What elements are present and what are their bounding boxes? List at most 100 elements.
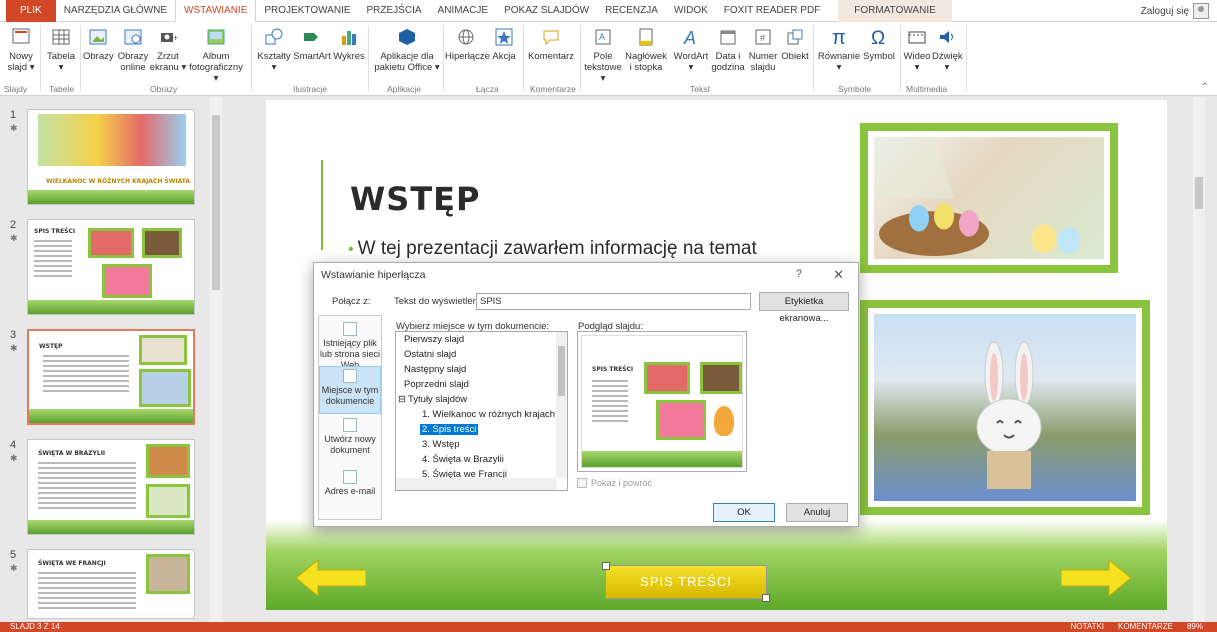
comment-button[interactable]: Komentarz: [526, 26, 576, 62]
equation-button[interactable]: π Równanie ▾: [815, 26, 863, 73]
dialog-title: Wstawianie hiperłącza: [321, 269, 426, 281]
group-label-symbols: Symbole: [838, 84, 872, 94]
globe-link-icon: [455, 26, 477, 48]
hyperlink-button[interactable]: Hiperłącze: [445, 26, 490, 62]
comments-button[interactable]: KOMENTARZE: [1118, 622, 1173, 632]
chart-button[interactable]: Wykres: [332, 26, 366, 62]
thumbnail-slide-5[interactable]: ŚWIĘTA WE FRANCJI: [27, 549, 195, 619]
zoom-level[interactable]: 89%: [1187, 622, 1203, 632]
tab-foxit[interactable]: FOXIT READER PDF: [716, 0, 829, 22]
object-button[interactable]: Obiekt: [778, 26, 812, 62]
textbox-button[interactable]: A Pole tekstowe ▾: [582, 26, 624, 84]
cancel-button[interactable]: Anuluj: [786, 503, 848, 522]
thumbnail-slide-4[interactable]: ŚWIĘTA W BRAZYLII: [27, 439, 195, 535]
symbol-label: Symbol: [863, 51, 895, 62]
header-footer-icon: [635, 26, 657, 48]
tree-item[interactable]: 1. Wielkanoc w różnych krajach ś: [422, 409, 562, 420]
tree-item[interactable]: Poprzedni slajd: [404, 379, 469, 390]
toc-link-button[interactable]: SPIS TREŚCI: [602, 562, 770, 602]
tree-item[interactable]: 3. Wstęp: [422, 439, 460, 450]
easter-basket-image[interactable]: [860, 123, 1118, 273]
audio-button[interactable]: Dźwięk ▾: [932, 26, 963, 73]
thumbnail-slide-2[interactable]: SPIS TREŚCI: [27, 219, 195, 315]
shapes-button[interactable]: Kształty ▾: [255, 26, 293, 73]
tree-expander-icon[interactable]: ⊟: [398, 394, 406, 405]
thumbnail-slide-1[interactable]: WIELKANOC W RÓŻNYCH KRAJACH ŚWIATA: [27, 109, 195, 205]
group-separator: [900, 26, 901, 92]
slide-body-text[interactable]: • W tej prezentacji zawarłem informację n…: [348, 238, 757, 260]
notes-button[interactable]: NOTATKI: [1071, 622, 1104, 632]
show-and-return-checkbox[interactable]: Pokaż i powróć: [577, 478, 652, 488]
email-address-option[interactable]: Adres e-mail: [319, 468, 381, 508]
place-in-document-option[interactable]: Miejsce w tym dokumencie: [319, 366, 381, 414]
pictures-button[interactable]: Obrazy: [83, 26, 114, 62]
checkbox-box[interactable]: [577, 478, 587, 488]
existing-file-option[interactable]: Istniejący plik lub strona sieci Web: [319, 320, 381, 370]
scrollbar-thumb[interactable]: [212, 115, 220, 290]
slide-scrollbar[interactable]: [1193, 97, 1205, 622]
tab-insert[interactable]: WSTAWIANIE: [175, 0, 257, 22]
web-page-icon: [343, 322, 357, 336]
help-button[interactable]: ?: [796, 268, 802, 280]
scrollbar-thumb[interactable]: [558, 346, 565, 396]
new-slide-button[interactable]: Nowy slajd ▾: [4, 26, 38, 73]
thumb-lines: [38, 572, 136, 612]
new-slide-label2: slajd ▾: [7, 62, 35, 73]
screentip-button[interactable]: Etykietka ekranowa...: [759, 292, 849, 324]
smartart-button[interactable]: SmartArt: [292, 26, 332, 62]
chart-label: Wykres: [333, 51, 365, 62]
photo-album-button[interactable]: Album fotograficzny ▾: [186, 26, 246, 84]
slide-number-button[interactable]: # Numer slajdu: [745, 26, 781, 73]
signin[interactable]: Zaloguj się: [1141, 3, 1209, 19]
slide-title[interactable]: WSTĘP: [350, 180, 480, 218]
header-footer-button[interactable]: Nagłówek i stopka: [622, 26, 670, 73]
tree-item-selected[interactable]: 2. Spis treści: [420, 424, 479, 435]
tree-item[interactable]: Następny slajd: [404, 364, 466, 375]
office-apps-button[interactable]: Aplikacje dla pakietu Office ▾: [372, 26, 442, 73]
wordart-button[interactable]: A WordArt ▾: [671, 26, 711, 73]
bunny-image[interactable]: [860, 300, 1150, 515]
video-button[interactable]: Wideo ▾: [902, 26, 932, 73]
screenshot-button[interactable]: + Zrzut ekranu ▾: [148, 26, 188, 73]
tree-item[interactable]: Ostatni slajd: [404, 349, 456, 360]
thumb-image: [88, 228, 134, 258]
tab-animations[interactable]: ANIMACJE: [430, 0, 497, 22]
tab-review[interactable]: RECENZJA: [597, 0, 666, 22]
display-text-input[interactable]: SPIS: [476, 293, 751, 310]
thumbnail-slide-3[interactable]: WSTĘP: [27, 329, 195, 425]
scrollbar-thumb[interactable]: [1195, 177, 1203, 209]
ok-button[interactable]: OK: [713, 503, 775, 522]
group-label-apps: Aplikacje: [387, 84, 422, 94]
thumbnails-scrollbar[interactable]: [210, 97, 222, 622]
tab-home[interactable]: NARZĘDZIA GŁÓWNE: [56, 0, 175, 22]
close-icon[interactable]: ✕: [833, 267, 844, 283]
thumb-image: [146, 484, 190, 518]
tab-format[interactable]: FORMATOWANIE: [838, 0, 952, 22]
tab-view[interactable]: WIDOK: [666, 0, 716, 22]
next-arrow-icon[interactable]: [1061, 560, 1131, 596]
table-button[interactable]: Tabela ▾: [44, 26, 78, 73]
tab-design[interactable]: PROJEKTOWANIE: [256, 0, 358, 22]
online-pictures-button[interactable]: Obrazy online: [116, 26, 150, 73]
shapes-label: Kształty: [257, 51, 291, 62]
new-document-option[interactable]: Utwórz nowy dokument: [319, 416, 381, 462]
speaker-icon: [936, 26, 958, 48]
document-places-tree[interactable]: Pierwszy slajd Ostatni slajd Następny sl…: [395, 331, 568, 491]
pictures-label: Obrazy: [83, 51, 114, 62]
tree-item[interactable]: 4. Święta w Brazylii: [422, 454, 504, 465]
tab-transitions[interactable]: PRZEJŚCIA: [359, 0, 430, 22]
date-time-button[interactable]: Data i godzina: [710, 26, 746, 73]
tab-file[interactable]: PLIK: [6, 0, 56, 22]
tree-horizontal-scrollbar[interactable]: [396, 478, 557, 490]
previous-arrow-icon[interactable]: [296, 560, 366, 596]
symbol-button[interactable]: Ω Symbol: [861, 26, 897, 62]
group-label-comments: Komentarze: [530, 84, 576, 94]
tab-slideshow[interactable]: POKAZ SLAJDÓW: [496, 0, 597, 22]
signin-label[interactable]: Zaloguj się: [1141, 6, 1189, 17]
action-button[interactable]: Akcja: [488, 26, 520, 62]
avatar[interactable]: [1193, 3, 1209, 19]
tree-item[interactable]: Pierwszy slajd: [404, 334, 464, 345]
tree-vertical-scrollbar[interactable]: [556, 332, 567, 478]
tree-item[interactable]: Tytuły slajdów: [408, 394, 467, 405]
collapse-ribbon-icon[interactable]: ⌃: [1201, 82, 1209, 93]
